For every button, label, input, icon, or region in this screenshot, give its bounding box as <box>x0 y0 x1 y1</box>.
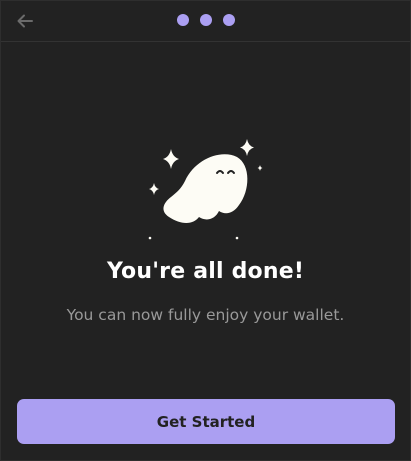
sparkle-icon <box>149 183 159 195</box>
sparkle-icon <box>240 139 254 156</box>
step-indicator <box>177 14 235 26</box>
sparkle-icon <box>257 165 263 171</box>
step-dot-2 <box>200 14 212 26</box>
get-started-label: Get Started <box>156 412 256 431</box>
step-dot-3 <box>223 14 235 26</box>
ghost-body <box>163 154 248 223</box>
arrow-left-icon <box>17 14 33 28</box>
header-bar <box>1 1 410 42</box>
back-button[interactable] <box>11 7 39 35</box>
get-started-button[interactable]: Get Started <box>17 399 395 444</box>
onboarding-window: You're all done! You can now fully enjoy… <box>0 0 411 461</box>
page-subtitle: You can now fully enjoy your wallet. <box>66 306 345 324</box>
ghost-sparkles-icon <box>148 139 263 240</box>
sparkle-icon <box>163 149 179 169</box>
page-title: You're all done! <box>106 259 305 284</box>
step-dot-1 <box>177 14 189 26</box>
